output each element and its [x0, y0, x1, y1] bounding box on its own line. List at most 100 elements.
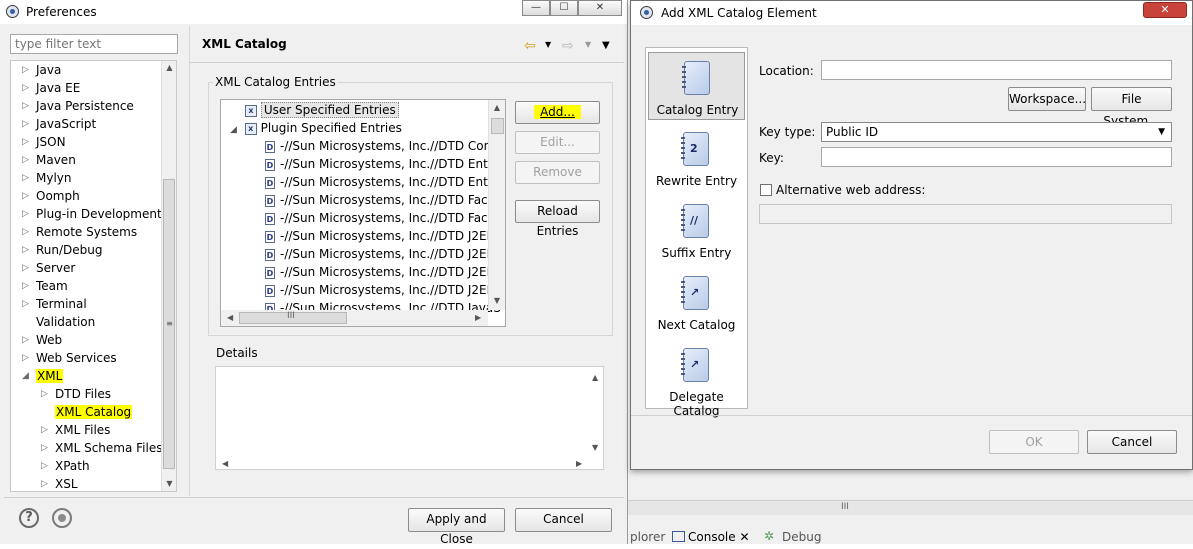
collapsed-twisty-icon[interactable]: ▷	[22, 259, 29, 277]
collapsed-twisty-icon[interactable]: ▷	[22, 295, 29, 313]
collapsed-twisty-icon[interactable]: ▷	[41, 439, 48, 457]
collapsed-twisty-icon[interactable]: ▷	[41, 421, 48, 439]
scroll-up-icon[interactable]: ▲	[592, 373, 598, 382]
collapsed-twisty-icon[interactable]: ▷	[41, 475, 48, 491]
workspace-button[interactable]: Workspace...	[1008, 87, 1086, 111]
collapsed-twisty-icon[interactable]: ▷	[22, 79, 29, 97]
remove-button[interactable]: Remove	[515, 161, 600, 184]
file-system-button[interactable]: File System...	[1091, 87, 1172, 128]
tree-item[interactable]: ▷ Plug-in Development	[22, 205, 162, 223]
tree-item[interactable]: ▷ DTD Files	[41, 385, 111, 403]
scroll-right-icon[interactable]: ▶	[576, 459, 582, 468]
entries-vscrollbar[interactable]: ▲ ▼	[488, 100, 505, 310]
collapsed-twisty-icon[interactable]: ▷	[22, 205, 29, 223]
scroll-down-icon[interactable]: ▼	[489, 296, 505, 305]
tree-item[interactable]: ▷ Remote Systems	[22, 223, 137, 241]
collapsed-twisty-icon[interactable]: ▷	[22, 223, 29, 241]
catalog-entry-row[interactable]: D -//Sun Microsystems, Inc.//DTD J2EE	[265, 281, 494, 299]
tree-item[interactable]: ▷ Web Services	[22, 349, 117, 367]
tree-item[interactable]: ▷ JavaScript	[22, 115, 96, 133]
nav-rewrite-entry[interactable]: 2 Rewrite Entry	[648, 124, 745, 192]
collapsed-twisty-icon[interactable]: ▷	[22, 133, 29, 151]
forward-dropdown-icon[interactable]: ▼	[585, 40, 591, 49]
tree-item[interactable]: ▷ Maven	[22, 151, 76, 169]
back-arrow-icon[interactable]: ⇦	[524, 38, 536, 54]
nav-delegate-catalog[interactable]: ↗ Delegate Catalog	[648, 340, 745, 418]
dialog-cancel-button[interactable]: Cancel	[1087, 430, 1177, 454]
scroll-down-icon[interactable]: ▼	[162, 479, 177, 488]
reload-entries-button[interactable]: Reload Entries	[515, 200, 600, 238]
collapsed-twisty-icon[interactable]: ▷	[22, 169, 29, 187]
collapsed-twisty-icon[interactable]: ▷	[22, 115, 29, 133]
collapsed-twisty-icon[interactable]: ▷	[22, 349, 29, 367]
tree-item[interactable]: ▷ XSL	[41, 475, 78, 491]
edit-button[interactable]: Edit...	[515, 131, 600, 154]
catalog-entry-row[interactable]: D -//Sun Microsystems, Inc.//DTD J2EE	[265, 245, 494, 263]
tree-item[interactable]: ◢ XML	[22, 367, 64, 385]
tree-item[interactable]: Validation	[22, 313, 95, 331]
catalog-entry-row[interactable]: D -//Sun Microsystems, Inc.//DTD Facel	[265, 191, 498, 209]
key-type-select[interactable]: Public ID ▼	[821, 122, 1172, 142]
view-menu-icon[interactable]: ▼	[602, 40, 610, 51]
tree-item[interactable]: ▷ Oomph	[22, 187, 80, 205]
tree-vscrollbar[interactable]: ▲ ≡ ▼	[161, 61, 176, 491]
entries-hscrollbar[interactable]: ◀ III ▶	[221, 310, 488, 326]
scroll-thumb[interactable]	[491, 118, 504, 134]
tree-item[interactable]: ▷ Java EE	[22, 79, 80, 97]
user-entries-row[interactable]: x User Specified Entries	[245, 101, 399, 119]
tab-debug[interactable]: Debug	[782, 530, 821, 544]
scroll-up-icon[interactable]: ▲	[489, 103, 505, 112]
tree-item[interactable]: ▷ XML Files	[41, 421, 110, 439]
tree-item[interactable]: XML Catalog	[41, 403, 133, 421]
dialog-close-button[interactable]: ✕	[1143, 2, 1187, 18]
collapsed-twisty-icon[interactable]: ▷	[22, 277, 29, 295]
filter-input[interactable]	[10, 34, 178, 54]
collapsed-twisty-icon[interactable]: ▷	[22, 61, 29, 79]
tree-item[interactable]: ▷ Mylyn	[22, 169, 72, 187]
catalog-entry-row[interactable]: D -//Sun Microsystems, Inc.//DTD Facel	[265, 209, 498, 227]
alt-web-checkbox[interactable]	[760, 184, 772, 196]
collapsed-twisty-icon[interactable]: ▷	[22, 187, 29, 205]
help-icon[interactable]: ?	[19, 508, 39, 528]
tab-explorer[interactable]: plorer	[630, 530, 665, 544]
collapsed-twisty-icon[interactable]: ▷	[41, 457, 48, 475]
tree-item[interactable]: ▷ Server	[22, 259, 75, 277]
catalog-entry-row[interactable]: D -//Sun Microsystems, Inc.//DTD Enter	[265, 173, 500, 191]
plugin-entries-row[interactable]: ◢ x Plugin Specified Entries	[230, 119, 402, 137]
scroll-down-icon[interactable]: ▼	[592, 443, 598, 452]
maximize-button[interactable]: ☐	[550, 0, 578, 16]
scroll-right-icon[interactable]: ▶	[475, 313, 481, 322]
expanded-twisty-icon[interactable]: ◢	[22, 367, 29, 385]
collapsed-twisty-icon[interactable]: ▷	[22, 241, 29, 259]
nav-suffix-entry[interactable]: // Suffix Entry	[648, 196, 745, 264]
nav-catalog-entry[interactable]: Catalog Entry	[648, 52, 745, 120]
tree-item[interactable]: ▷ Terminal	[22, 295, 87, 313]
cancel-button[interactable]: Cancel	[515, 508, 612, 532]
collapsed-twisty-icon[interactable]: ▷	[41, 385, 48, 403]
apply-and-close-button[interactable]: Apply and Close	[408, 508, 505, 546]
tree-item[interactable]: ▷ XML Schema Files	[41, 439, 162, 457]
tree-item[interactable]: ▷ XPath	[41, 457, 90, 475]
tree-item[interactable]: ▷ Java Persistence	[22, 97, 134, 115]
catalog-entry-row[interactable]: D -//Sun Microsystems, Inc.//DTD J2EE	[265, 263, 494, 281]
back-dropdown-icon[interactable]: ▼	[545, 40, 551, 49]
location-input[interactable]	[821, 60, 1172, 80]
tree-item[interactable]: ▷ Team	[22, 277, 68, 295]
tab-console[interactable]: Console ✕	[688, 530, 750, 544]
scroll-left-icon[interactable]: ◀	[227, 313, 233, 322]
scroll-up-icon[interactable]: ▲	[162, 63, 177, 72]
ok-button[interactable]: OK	[989, 430, 1079, 454]
key-input[interactable]	[821, 147, 1172, 167]
tree-item[interactable]: ▷ Java	[22, 61, 61, 79]
add-button[interactable]: Add...	[515, 101, 600, 124]
collapsed-twisty-icon[interactable]: ▷	[22, 151, 29, 169]
catalog-entry-row[interactable]: D -//Sun Microsystems, Inc.//DTD Conn	[265, 137, 499, 155]
tree-item[interactable]: ▷ JSON	[22, 133, 66, 151]
scroll-left-icon[interactable]: ◀	[222, 459, 228, 468]
catalog-entry-row[interactable]: D -//Sun Microsystems, Inc.//DTD Enter	[265, 155, 500, 173]
catalog-entry-row[interactable]: D -//Sun Microsystems, Inc.//DTD J2EE	[265, 227, 494, 245]
collapsed-twisty-icon[interactable]: ▷	[22, 331, 29, 349]
tree-item[interactable]: ▷ Web	[22, 331, 62, 349]
forward-arrow-icon[interactable]: ⇨	[562, 38, 574, 54]
alt-web-input[interactable]	[759, 204, 1172, 224]
